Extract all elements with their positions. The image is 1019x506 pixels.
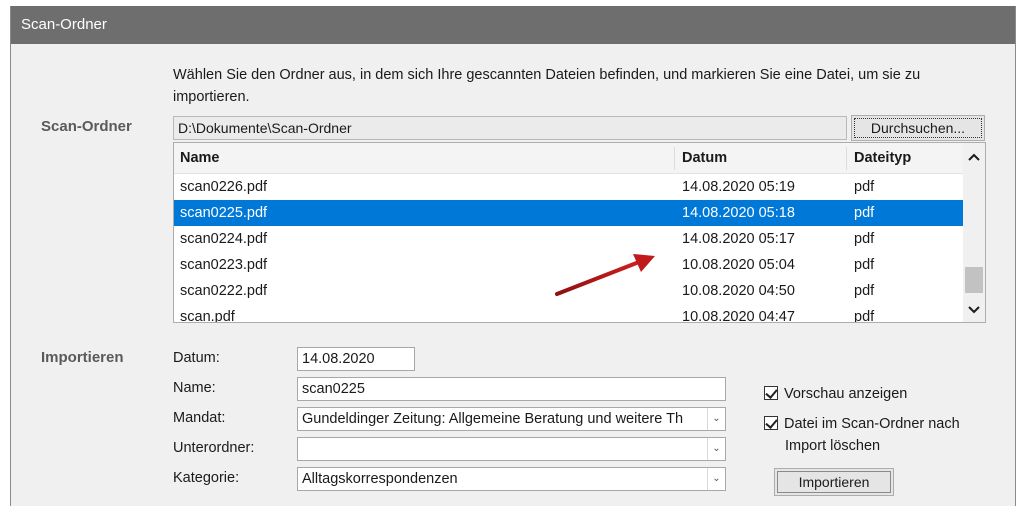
- file-name: scan0226.pdf: [180, 179, 268, 195]
- import-button[interactable]: Importieren: [774, 468, 894, 496]
- file-name: scan0225.pdf: [180, 205, 268, 221]
- file-date: 14.08.2020 05:19: [682, 179, 795, 195]
- file-list-scrollbar[interactable]: [963, 143, 985, 322]
- file-type: pdf: [854, 231, 875, 247]
- checkbox-checked-icon[interactable]: [764, 386, 778, 400]
- file-list-row[interactable]: scan0226.pdf 14.08.2020 05:19 pdf: [174, 174, 963, 200]
- delete-checkbox-label-line2: Import löschen: [785, 438, 881, 454]
- window-title: Scan-Ordner: [11, 6, 1015, 44]
- file-type: pdf: [854, 205, 875, 221]
- category-dropdown[interactable]: Alltagskorrespondenzen ⌄: [297, 467, 726, 491]
- file-type: pdf: [854, 179, 875, 195]
- column-header-date[interactable]: Datum: [682, 143, 727, 174]
- scrollbar-thumb[interactable]: [965, 267, 983, 293]
- delete-checkbox-label-line1: Datei im Scan-Ordner nach: [784, 416, 960, 432]
- file-name: scan0223.pdf: [180, 257, 268, 273]
- mandate-value: Gundeldinger Zeitung: Allgemeine Beratun…: [302, 411, 684, 427]
- scan-folder-section-label: Scan-Ordner: [41, 118, 132, 135]
- subfolder-dropdown[interactable]: ⌄: [297, 437, 726, 461]
- date-field[interactable]: 14.08.2020: [297, 347, 415, 371]
- chevron-down-icon[interactable]: ⌄: [707, 438, 725, 460]
- file-date: 14.08.2020 05:17: [682, 231, 795, 247]
- instructions-text: Wählen Sie den Ordner aus, in dem sich I…: [173, 67, 921, 105]
- file-list-row[interactable]: scan0225.pdf 14.08.2020 05:18 pdf: [174, 200, 963, 226]
- preview-checkbox-label: Vorschau anzeigen: [784, 386, 908, 402]
- preview-checkbox[interactable]: Vorschau anzeigen: [764, 382, 907, 406]
- file-list-rows: scan0226.pdf 14.08.2020 05:19 pdf scan0225.…: [174, 174, 963, 323]
- column-divider: [846, 147, 847, 170]
- column-header-type[interactable]: Dateityp: [854, 143, 911, 174]
- file-list-row[interactable]: scan0224.pdf 14.08.2020 05:17 pdf: [174, 226, 963, 252]
- scan-folder-path-field[interactable]: D:\Dokumente\Scan-Ordner: [173, 116, 847, 140]
- browse-button-label: Durchsuchen...: [870, 120, 966, 136]
- file-date: 10.08.2020 04:50: [682, 283, 795, 299]
- mandate-label: Mandat:: [173, 410, 226, 426]
- subfolder-label: Unterordner:: [173, 440, 255, 456]
- date-label: Datum:: [173, 350, 220, 366]
- chevron-down-icon[interactable]: ⌄: [707, 468, 725, 490]
- mandate-dropdown[interactable]: Gundeldinger Zeitung: Allgemeine Beratun…: [297, 407, 726, 431]
- column-header-name[interactable]: Name: [180, 143, 220, 174]
- chevron-up-icon[interactable]: [963, 147, 985, 169]
- chevron-down-icon[interactable]: [963, 300, 985, 322]
- file-name: scan.pdf: [180, 309, 235, 323]
- file-list-header: Name Datum Dateityp: [174, 143, 963, 174]
- file-name: scan0222.pdf: [180, 283, 268, 299]
- checkbox-checked-icon[interactable]: [764, 416, 778, 430]
- import-button-label: Importieren: [798, 474, 870, 490]
- import-section-label: Importieren: [41, 349, 124, 366]
- category-value: Alltagskorrespondenzen: [302, 471, 458, 487]
- file-date: 10.08.2020 04:47: [682, 309, 795, 323]
- file-name: scan0224.pdf: [180, 231, 268, 247]
- category-label: Kategorie:: [173, 470, 240, 486]
- file-date: 10.08.2020 05:04: [682, 257, 795, 273]
- name-label: Name:: [173, 380, 216, 396]
- name-field[interactable]: scan0225: [297, 377, 726, 401]
- column-divider: [674, 147, 675, 170]
- delete-after-import-checkbox[interactable]: Datei im Scan-Ordner nach: [764, 412, 960, 436]
- file-type: pdf: [854, 283, 875, 299]
- file-date: 14.08.2020 05:18: [682, 205, 795, 221]
- chevron-down-icon[interactable]: ⌄: [707, 408, 725, 430]
- file-type: pdf: [854, 309, 875, 323]
- red-arrow-icon: [555, 254, 655, 296]
- file-list-row[interactable]: scan.pdf 10.08.2020 04:47 pdf: [174, 304, 963, 323]
- file-type: pdf: [854, 257, 875, 273]
- browse-button[interactable]: Durchsuchen...: [851, 115, 985, 141]
- scan-folder-dialog: Scan-Ordner Wählen Sie den Ordner aus, i…: [10, 6, 1016, 506]
